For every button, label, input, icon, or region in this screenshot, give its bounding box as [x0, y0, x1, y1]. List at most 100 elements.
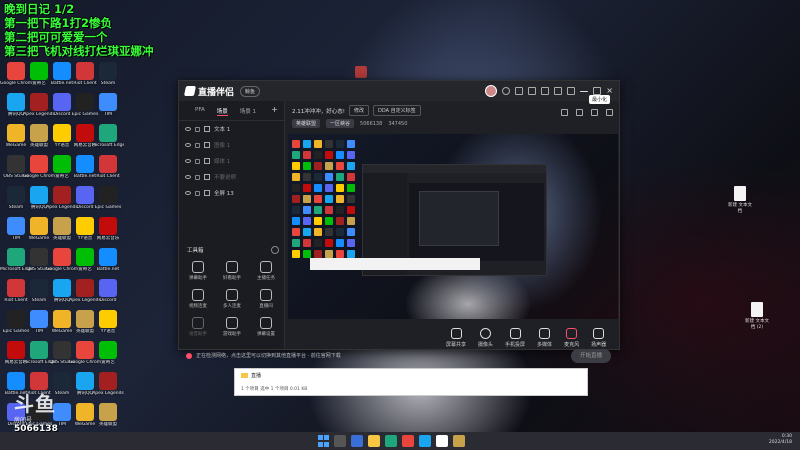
multimedia-button[interactable]: 多媒体: [537, 328, 552, 348]
category-button[interactable]: DDA 自定义标签: [372, 105, 421, 116]
minimize-icon[interactable]: [580, 90, 589, 92]
camera-button[interactable]: 摄像头: [478, 328, 493, 348]
windows-start-icon[interactable]: [318, 435, 329, 447]
tool-danmaku-assistant[interactable]: 弹幕助手: [181, 261, 215, 281]
text-document-icon: [751, 302, 763, 317]
desktop-shortcut[interactable]: YY语音: [92, 310, 124, 342]
phone-cast-button[interactable]: 手机投屏: [505, 328, 525, 348]
source-item[interactable]: 媒体 1: [179, 153, 284, 169]
desktop-shortcut[interactable]: Microsoft Edge: [92, 124, 124, 156]
eye-icon[interactable]: [185, 127, 191, 131]
source-item[interactable]: 文本 1: [179, 121, 284, 137]
speaker-button[interactable]: 扬声器: [591, 328, 606, 348]
league-icon[interactable]: [453, 435, 465, 447]
tool-video-link[interactable]: 视频连麦: [181, 289, 215, 309]
skin-icon[interactable]: [541, 87, 550, 95]
eye-icon[interactable]: [185, 175, 191, 179]
tool-danmaku-settings[interactable]: 弹幕设置: [249, 317, 283, 337]
avatar[interactable]: [485, 85, 498, 97]
edge-icon[interactable]: [385, 435, 397, 447]
lock-icon[interactable]: [195, 158, 200, 164]
close-icon[interactable]: ×: [606, 87, 613, 95]
live-companion-icon[interactable]: [436, 435, 448, 447]
qq-icon[interactable]: [419, 435, 431, 447]
tab-scene-1[interactable]: 场景 1: [240, 107, 256, 116]
screen-share-button[interactable]: 屏幕共享: [446, 328, 466, 348]
shortcut-label: YY语音: [100, 329, 116, 334]
desktop-file[interactable]: 新建 文本文档: [727, 186, 753, 214]
status-text[interactable]: 正在检测网络，点击这里可以切换到其他直播平台 · 前往官网下载: [196, 352, 341, 359]
desktop-shortcut[interactable]: Riot Client: [92, 155, 124, 187]
source-item[interactable]: 不要说啊: [179, 169, 284, 185]
stream-title[interactable]: 2.11冲冲冲，好心态!: [292, 107, 345, 115]
tool-beauty-assistant[interactable]: 好看助手: [215, 261, 249, 281]
tool-room[interactable]: 直播间: [249, 289, 283, 309]
eye-icon[interactable]: [185, 159, 191, 163]
desktop-shortcut[interactable]: Battle.net: [92, 248, 124, 280]
share-icon[interactable]: [561, 109, 568, 116]
desktop-shortcut[interactable]: Discord: [92, 279, 124, 311]
edit-button[interactable]: 修改: [348, 105, 369, 116]
tool-game-assistant[interactable]: 游戏助手: [215, 317, 249, 337]
source-item[interactable]: 全屏 13: [179, 185, 284, 201]
lock-icon[interactable]: [576, 109, 583, 116]
mini-app-icon: [336, 184, 344, 192]
desktop-shortcut[interactable]: Epic Games: [92, 186, 124, 218]
desktop-shortcut[interactable]: Apex Legends: [92, 372, 124, 404]
minimize-tooltip: 最小化: [589, 95, 611, 104]
control-label: 摄像头: [478, 342, 494, 348]
eye-icon[interactable]: [185, 143, 191, 147]
lock-icon[interactable]: [195, 126, 200, 132]
maximize-icon[interactable]: [593, 87, 602, 95]
desktop-file-label: 新建 文本文档: [728, 203, 752, 214]
file-explorer-window[interactable]: 直播 1 个项目 选中 1 个项目 0.01 KB: [234, 368, 588, 396]
more-icon[interactable]: [271, 246, 279, 254]
system-tray[interactable]: 0:30 2022/4/18: [769, 434, 792, 446]
tool-streamer-tasks[interactable]: 主播任务: [249, 261, 283, 281]
text-document-icon: [734, 186, 746, 201]
lock-icon[interactable]: [195, 174, 200, 180]
microphone-button[interactable]: 麦克风: [564, 328, 579, 348]
mini-app-icon: [303, 195, 311, 203]
monitor-source-icon: [204, 190, 210, 196]
version-badge[interactable]: 鲸鱼: [240, 85, 261, 97]
desktop-shortcut[interactable]: TIM: [92, 93, 124, 125]
mini-app-icon: [314, 206, 322, 214]
gift-icon[interactable]: [515, 87, 524, 95]
desktop-shortcut[interactable]: 网易云音乐: [92, 217, 124, 249]
chrome-icon[interactable]: [402, 435, 414, 447]
archive-icon[interactable]: [355, 66, 367, 78]
search-icon[interactable]: [334, 435, 346, 447]
fan-count: 347450: [388, 120, 408, 127]
desktop-shortcut[interactable]: 爱奇艺: [92, 341, 124, 373]
game-tag[interactable]: 英雄联盟: [292, 119, 321, 128]
mini-app-icon: [347, 151, 355, 159]
desktop-shortcut[interactable]: 英雄联盟: [92, 403, 124, 435]
area-tag[interactable]: 一区峡谷: [326, 119, 355, 128]
desktop-file[interactable]: 新建 文本文档 (2): [744, 302, 770, 330]
eye-icon[interactable]: [185, 191, 191, 195]
tab-pfa[interactable]: PFA: [195, 107, 205, 116]
message-icon[interactable]: [502, 87, 511, 95]
source-item[interactable]: 图像 1: [179, 137, 284, 153]
stream-preview[interactable]: [288, 134, 618, 319]
settings-icon[interactable]: [606, 109, 613, 116]
lock-icon[interactable]: [195, 190, 200, 196]
mail-icon[interactable]: [528, 87, 537, 95]
tab-scene[interactable]: 场景: [216, 107, 228, 116]
tool-multi-link[interactable]: 多人连麦: [215, 289, 249, 309]
settings-icon[interactable]: [554, 87, 563, 95]
mic-icon: [566, 328, 578, 339]
menu-icon[interactable]: [567, 87, 576, 95]
add-scene-icon[interactable]: +: [271, 106, 278, 116]
file-explorer-icon[interactable]: [368, 435, 380, 447]
desktop-shortcut[interactable]: Steam: [92, 62, 124, 94]
task-view-icon[interactable]: [351, 435, 363, 447]
folder-icon: [241, 373, 248, 378]
app-icon: [99, 403, 117, 421]
title-bar[interactable]: 直播伴侣 鲸鱼 ×: [179, 81, 619, 101]
lock-icon[interactable]: [195, 142, 200, 148]
tool-voice-assistant[interactable]: 语音助手: [181, 317, 215, 337]
notification-icon[interactable]: [591, 109, 598, 116]
status-bar: 正在检测网络，点击这里可以切换到其他直播平台 · 前往官网下载: [186, 352, 616, 359]
